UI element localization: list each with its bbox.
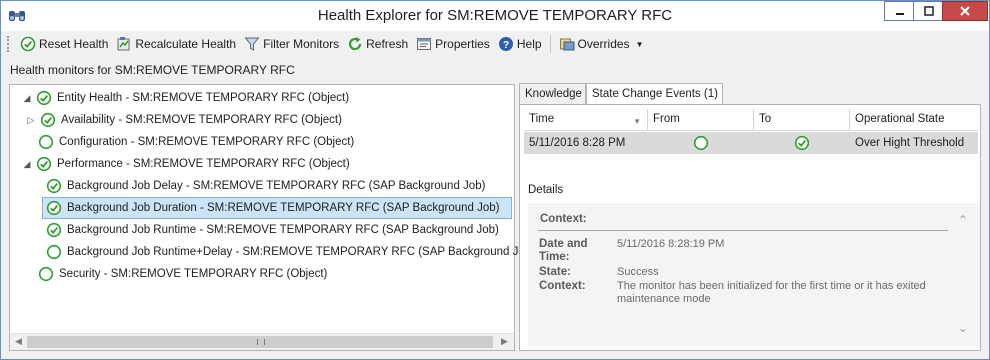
unmonitored-state-icon	[693, 135, 709, 151]
tree-item[interactable]: Security - SM:REMOVE TEMPORARY RFC (Obje…	[38, 263, 327, 285]
tree-item-label: Background Job Duration - SM:REMOVE TEMP…	[67, 202, 500, 214]
tree-item[interactable]: Background Job Runtime+Delay - SM:REMOVE…	[46, 241, 535, 263]
overrides-dropdown[interactable]: Overrides ▼	[555, 33, 648, 55]
context-title: Context:	[540, 213, 587, 225]
healthy-state-icon	[46, 178, 62, 194]
help-label: Help	[516, 37, 542, 51]
table-row[interactable]: 5/11/2016 8:28 PM Over Hight Threshold	[524, 132, 978, 154]
horizontal-scrollbar[interactable]: ◀ ▶	[10, 333, 514, 350]
column-header-operational-state[interactable]: Operational State	[850, 109, 978, 131]
detail-value-state: Success	[617, 266, 659, 278]
help-button[interactable]: ? Help	[494, 33, 546, 55]
filter-monitors-label: Filter Monitors	[263, 37, 340, 51]
tree-item[interactable]: ◢ Performance - SM:REMOVE TEMPORARY RFC (…	[20, 153, 350, 175]
refresh-button[interactable]: Refresh	[343, 33, 412, 55]
tree-item[interactable]: Configuration - SM:REMOVE TEMPORARY RFC …	[38, 131, 354, 153]
detail-key-date-time: Date and Time:	[539, 238, 588, 263]
chevron-down-icon: ▼	[635, 39, 644, 49]
cell-time: 5/11/2016 8:28 PM	[529, 137, 626, 149]
properties-label: Properties	[435, 37, 490, 51]
context-divider	[538, 230, 948, 231]
toolbar-grip[interactable]	[7, 36, 10, 52]
health-explorer-window: Health Explorer for SM:REMOVE TEMPORARY …	[0, 0, 990, 360]
detail-value-date-time: 5/11/2016 8:28:19 PM	[617, 238, 725, 250]
tree-item[interactable]: ◢ Entity Health - SM:REMOVE TEMPORARY RFC…	[20, 87, 349, 109]
events-table-header: Time ▼ From To Operational State	[524, 109, 978, 131]
tree-item-label: Configuration - SM:REMOVE TEMPORARY RFC …	[59, 136, 355, 148]
scroll-down-icon[interactable]: ⌄	[958, 321, 968, 335]
window-title: Health Explorer for SM:REMOVE TEMPORARY …	[317, 7, 673, 24]
unmonitored-state-icon	[38, 134, 54, 150]
filter-monitors-button[interactable]: Filter Monitors	[240, 33, 343, 55]
healthy-state-icon	[36, 90, 52, 106]
overrides-icon	[559, 36, 575, 52]
healthy-state-icon	[46, 222, 62, 238]
details-heading: Details	[528, 184, 564, 196]
toolbar: Reset Health Recalculate Health Filter M…	[1, 31, 989, 57]
scroll-left-icon[interactable]: ◀	[15, 336, 22, 347]
healthy-state-icon	[794, 135, 810, 151]
tree-item-label: Background Job Runtime+Delay - SM:REMOVE…	[67, 246, 535, 258]
healthy-state-icon	[46, 200, 62, 216]
refresh-label: Refresh	[366, 37, 409, 51]
column-header-time[interactable]: Time ▼	[524, 109, 648, 131]
cell-operational-state: Over Hight Threshold	[855, 137, 965, 149]
maximize-button[interactable]	[913, 1, 943, 21]
tree-item[interactable]: Background Job Duration - SM:REMOVE TEMP…	[42, 197, 512, 219]
title-bar[interactable]: Health Explorer for SM:REMOVE TEMPORARY …	[1, 1, 989, 31]
details-box[interactable]: Context: Date and Time: 5/11/2016 8:28:1…	[528, 203, 980, 346]
reset-health-icon	[20, 36, 36, 52]
detail-key-context: Context:	[539, 280, 586, 292]
detail-key-state: State:	[539, 266, 571, 278]
recalculate-health-button[interactable]: Recalculate Health	[112, 33, 240, 55]
help-icon: ?	[498, 36, 514, 52]
tab-knowledge[interactable]: Knowledge	[519, 83, 586, 105]
overrides-label: Overrides	[577, 37, 630, 51]
toolbar-separator	[549, 35, 551, 53]
tree-item-label: Availability - SM:REMOVE TEMPORARY RFC (…	[61, 114, 342, 126]
sort-descending-icon: ▼	[633, 117, 641, 126]
reset-health-label: Reset Health	[39, 37, 109, 51]
reset-health-button[interactable]: Reset Health	[16, 33, 112, 55]
tree-item[interactable]: Background Job Runtime - SM:REMOVE TEMPO…	[46, 219, 499, 241]
healthy-state-icon	[40, 112, 56, 128]
tree-item[interactable]: Background Job Delay - SM:REMOVE TEMPORA…	[46, 175, 485, 197]
close-button[interactable]	[942, 1, 988, 21]
cell-to	[754, 132, 850, 154]
tree-item[interactable]: ▷ Availability - SM:REMOVE TEMPORARY RFC …	[24, 109, 342, 131]
healthy-state-icon	[36, 156, 52, 172]
refresh-icon	[347, 36, 363, 52]
state-change-events-panel: Time ▼ From To Operational State 5/11/20…	[519, 104, 981, 351]
minimize-icon	[895, 13, 904, 15]
expand-arrow-icon[interactable]: ◢	[20, 93, 34, 104]
tree-item-label: Background Job Runtime - SM:REMOVE TEMPO…	[67, 224, 499, 236]
recalculate-icon	[116, 36, 132, 52]
expand-arrow-icon[interactable]: ◢	[20, 159, 34, 170]
tree-item-label: Security - SM:REMOVE TEMPORARY RFC (Obje…	[59, 268, 328, 280]
monitor-tree[interactable]: ◢ Entity Health - SM:REMOVE TEMPORARY RFC…	[9, 84, 535, 351]
unmonitored-state-icon	[46, 244, 62, 260]
scroll-right-icon[interactable]: ▶	[501, 336, 508, 347]
properties-icon	[416, 36, 432, 52]
health-monitors-heading: Health monitors for SM:REMOVE TEMPORARY …	[10, 63, 295, 77]
close-icon	[960, 6, 970, 16]
cell-from	[648, 132, 754, 154]
tab-state-change-events[interactable]: State Change Events (1)	[586, 83, 723, 106]
maximize-icon	[923, 6, 934, 16]
tree-item-label: Entity Health - SM:REMOVE TEMPORARY RFC …	[57, 92, 350, 104]
tree-item-label: Background Job Delay - SM:REMOVE TEMPORA…	[67, 180, 486, 192]
scrollbar-thumb[interactable]	[27, 336, 493, 348]
column-header-from[interactable]: From	[648, 109, 754, 131]
svg-text:?: ?	[503, 40, 509, 51]
funnel-icon	[244, 36, 260, 52]
unmonitored-state-icon	[38, 266, 54, 282]
column-header-to[interactable]: To	[754, 109, 850, 131]
tree-item-label: Performance - SM:REMOVE TEMPORARY RFC (O…	[57, 158, 350, 170]
recalculate-health-label: Recalculate Health	[135, 37, 237, 51]
collapse-arrow-icon[interactable]: ▷	[24, 115, 38, 126]
minimize-button[interactable]	[884, 1, 914, 21]
scroll-up-icon[interactable]: ⌃	[958, 213, 968, 227]
detail-value-context: The monitor has been initialized for the…	[617, 280, 926, 305]
properties-button[interactable]: Properties	[412, 33, 494, 55]
